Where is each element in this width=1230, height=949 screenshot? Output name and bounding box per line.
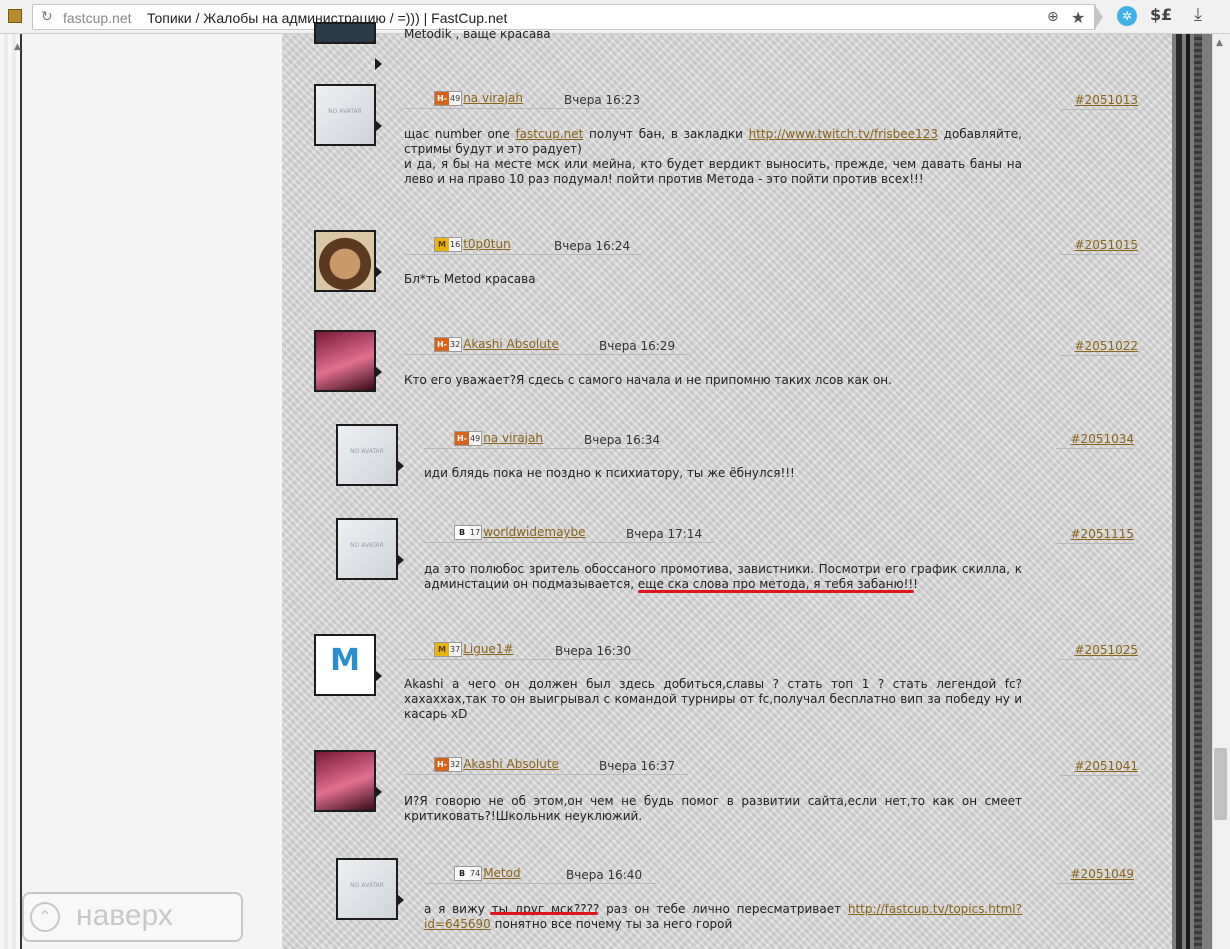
comment-text: Metodik , ваще красава [404,27,551,41]
comment-time: Вчера 16:23 [564,93,641,107]
avatar[interactable]: NO AVATAR [336,518,404,580]
address-bar-arrow [1094,4,1103,30]
avatar-image [316,232,374,290]
comment-text: щас number one fastcup.net получт бан, в… [404,127,1022,186]
level-badge: Н- 32 [434,757,463,772]
extension-share-icon[interactable]: ✲ [1117,6,1137,26]
avatar[interactable] [314,750,382,812]
no-avatar-placeholder: NO AVATAR [338,520,396,578]
comment-permalink[interactable]: #2051013 [1060,93,1138,110]
comment-text: иди блядь пока не поздно к психиатору, т… [424,466,795,480]
username-link[interactable]: t0p0tun [463,237,511,251]
username-link[interactable]: Metod [483,866,520,880]
avatar[interactable]: NO AVATAR [314,84,382,146]
link[interactable]: http://www.twitch.tv/frisbee123 [749,127,938,141]
comment-time: Вчера 17:14 [626,527,703,541]
avatar[interactable] [314,330,382,392]
level-badge: Н- 49 [434,91,463,106]
comment-time: Вчера 16:30 [555,644,632,658]
avatar-image [316,752,374,810]
comment-permalink[interactable]: #2051041 [1060,759,1138,776]
comment-permalink[interactable]: #2051025 [1060,643,1138,660]
level-badge: М 37 [434,642,463,657]
red-underline-annotation [490,912,598,915]
username-link[interactable]: Ligue1# [463,642,513,656]
site-favicon [8,9,22,23]
comment-time: Вчера 16:29 [599,339,676,353]
right-frame-bar [1186,34,1190,949]
username-link[interactable]: na virajah [463,91,523,105]
level-badge: М 16 [434,237,463,252]
username-link[interactable]: na virajah [483,431,543,445]
avatar[interactable] [314,22,382,70]
right-frame-pattern [1194,34,1202,949]
comment-text: И?Я говорю не об этом,он чем не будь пом… [404,794,1022,823]
avatar[interactable]: NO AVATAR [336,424,404,486]
comment-text: да это полюбос зритель обоссаного промот… [424,562,1022,591]
comment-text: а я вижу ты друг мск???? раз он тебе лич… [424,902,1022,931]
zoom-icon[interactable]: ⊕ [1047,9,1059,25]
avatar-image: M [316,636,374,694]
avatar[interactable] [314,230,382,292]
left-page-edge [0,34,22,949]
address-host: fastcup.net [63,10,132,26]
level-badge: В 17 [454,525,483,540]
extension-currency-icon[interactable]: $£ [1150,5,1172,24]
reload-icon[interactable]: ↻ [41,9,53,25]
username-link[interactable]: Akashi Absolute [463,757,559,771]
no-avatar-placeholder: NO AVATAR [338,426,396,484]
no-avatar-placeholder: NO AVATAR [316,86,374,144]
red-underline-annotation [638,590,914,593]
link[interactable]: fastcup.net [515,127,583,141]
level-badge: В 74 [454,866,483,881]
comment-time: Вчера 16:37 [599,759,676,773]
collapse-arrow-icon[interactable]: ▲ [14,42,21,52]
comment-time: Вчера 16:40 [566,868,643,882]
comment-time: Вчера 16:34 [584,433,661,447]
level-badge: Н- 32 [434,337,463,352]
level-badge: Н- 49 [454,431,483,446]
comment-permalink[interactable]: #2051115 [1056,527,1134,544]
comment-text: Бл*ть Metod красава [404,272,536,286]
comment-permalink[interactable]: #2051022 [1060,339,1138,356]
avatar[interactable]: NO AVATAR [336,858,404,920]
username-link[interactable]: Akashi Absolute [463,337,559,351]
avatar-image [316,332,374,390]
download-icon[interactable]: ⤓ [1194,4,1202,25]
scroll-to-top-button[interactable]: ⌃ наверх [22,892,243,942]
no-avatar-placeholder: NO AVATAR [338,860,396,918]
username-link[interactable]: worldwidemaybe [483,525,585,539]
scrollbar-thumb[interactable] [1214,748,1227,820]
comment-text: Кто его уважает?Я сдесь с самого начала … [404,373,892,387]
comment-permalink[interactable]: #2051034 [1056,432,1134,449]
arrow-up-icon: ⌃ [30,902,60,932]
scroll-up-icon[interactable]: ▲ [1216,38,1223,48]
sidebar [24,34,282,949]
bookmark-star-icon[interactable]: ★ [1071,8,1085,27]
comment-permalink[interactable]: #2051049 [1056,867,1134,884]
right-frame-bar [1176,34,1182,949]
comment-text: Akashi а чего он должен был здесь добить… [404,677,1022,721]
comment-permalink[interactable]: #2051015 [1060,238,1138,255]
scroll-to-top-label: наверх [76,899,173,932]
avatar[interactable]: M [314,634,382,696]
comment-time: Вчера 16:24 [554,239,631,253]
